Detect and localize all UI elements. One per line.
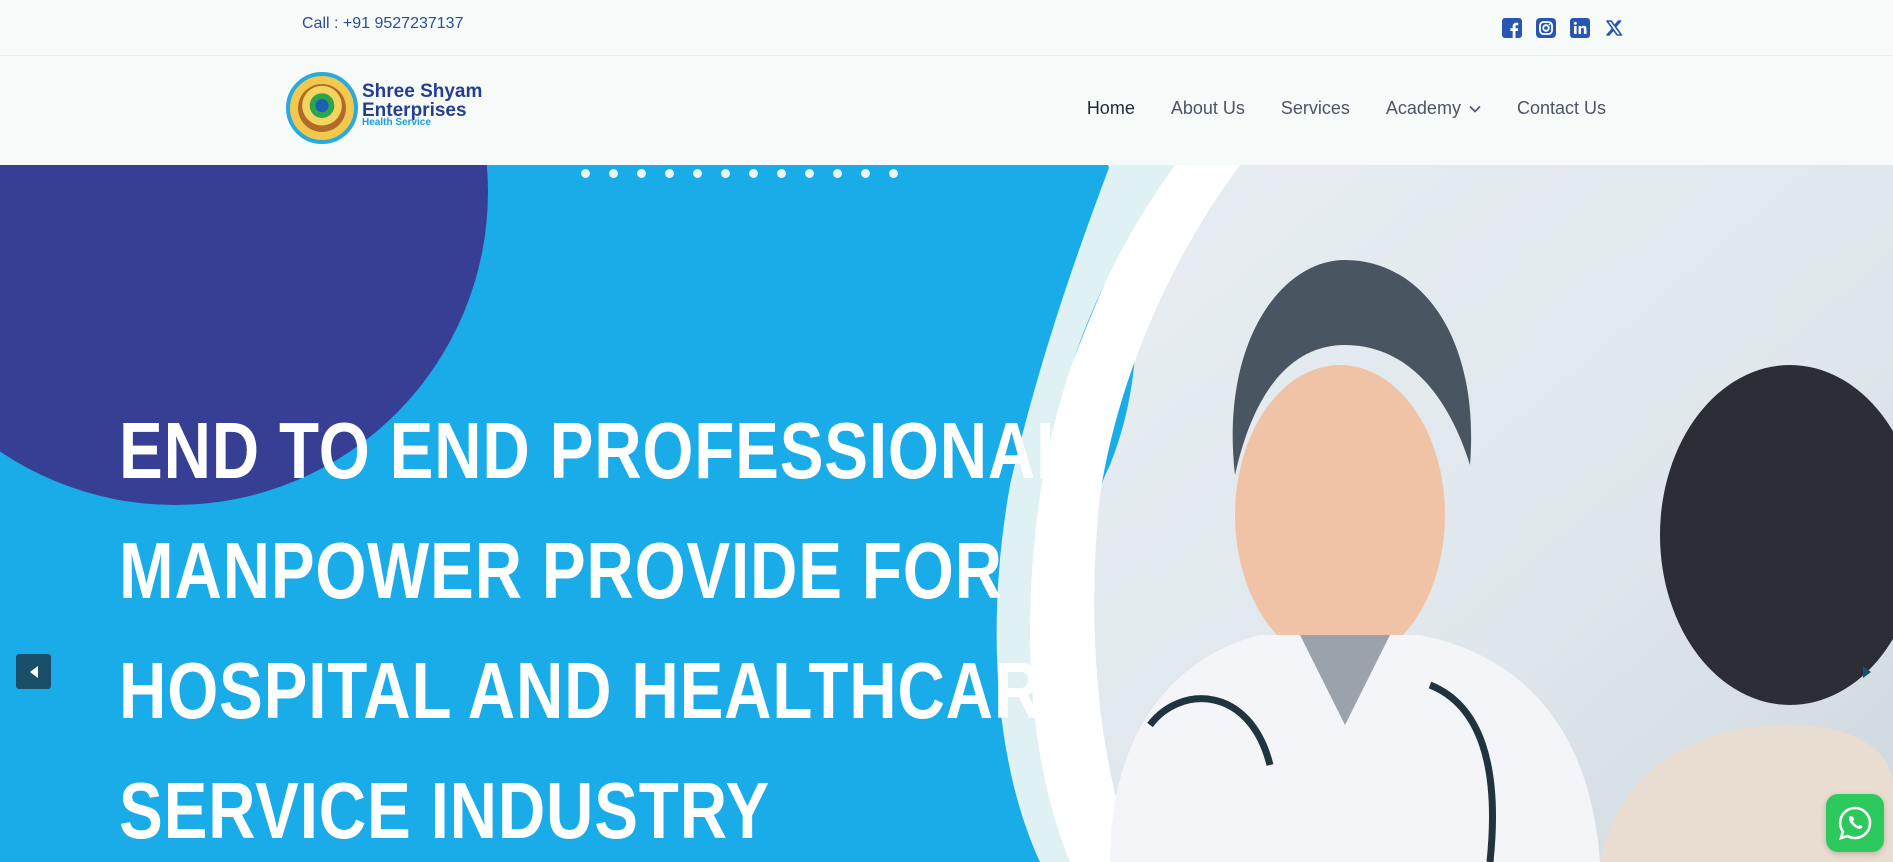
headline-line: SERVICE INDUSTRY bbox=[119, 766, 771, 855]
nav-contact-us[interactable]: Contact Us bbox=[1517, 98, 1606, 119]
brand-name-line1: Shree Shyam bbox=[362, 81, 483, 102]
linkedin-icon[interactable] bbox=[1570, 18, 1590, 38]
nav-contact-label: Contact Us bbox=[1516, 98, 1606, 118]
whatsapp-chat-button[interactable] bbox=[1826, 794, 1884, 852]
caret-right-icon bbox=[1863, 665, 1871, 678]
slide-dot[interactable] bbox=[889, 169, 898, 178]
caret-left-icon bbox=[29, 665, 38, 678]
slide-dot[interactable] bbox=[749, 169, 758, 178]
slider-next-button[interactable] bbox=[1855, 654, 1879, 689]
call-number[interactable]: Call : +91 9527237137 bbox=[302, 15, 463, 33]
hero-headline: END TO END PROFESSIONAL MANPOWER PROVIDE… bbox=[119, 391, 1087, 862]
social-links bbox=[1502, 18, 1624, 38]
logo-emblem-icon bbox=[286, 72, 358, 144]
main-nav: Home About Us Services Academy Contact U… bbox=[1087, 98, 1606, 119]
nav-academy[interactable]: Academy bbox=[1386, 98, 1481, 119]
nav-academy-label: Academy bbox=[1385, 98, 1461, 118]
nav-home-label: Home bbox=[1086, 98, 1135, 118]
site-header: Shree Shyam Enterprises Health Service H… bbox=[0, 56, 1893, 165]
headline-line: END TO END PROFESSIONAL bbox=[119, 406, 1078, 495]
brand-logo[interactable]: Shree Shyam Enterprises Health Service bbox=[286, 72, 506, 148]
hero-slider: END TO END PROFESSIONAL MANPOWER PROVIDE… bbox=[0, 165, 1893, 862]
headline-line: HOSPITAL AND HEALTHCARE bbox=[119, 646, 1087, 735]
instagram-icon[interactable] bbox=[1536, 18, 1556, 38]
slide-dot[interactable] bbox=[693, 169, 702, 178]
nav-about-us[interactable]: About Us bbox=[1171, 98, 1245, 119]
nav-services-label: Services bbox=[1280, 98, 1350, 118]
slide-dot[interactable] bbox=[805, 169, 814, 178]
facebook-icon[interactable] bbox=[1502, 18, 1522, 38]
x-twitter-icon[interactable] bbox=[1604, 18, 1624, 38]
nav-home[interactable]: Home bbox=[1087, 98, 1135, 119]
slide-dot[interactable] bbox=[833, 169, 842, 178]
brand-name: Shree Shyam Enterprises bbox=[362, 82, 482, 120]
slide-dot[interactable] bbox=[721, 169, 730, 178]
slide-dot[interactable] bbox=[777, 169, 786, 178]
top-bar: Call : +91 9527237137 bbox=[0, 0, 1893, 56]
slide-dot[interactable] bbox=[581, 169, 590, 178]
slider-prev-button[interactable] bbox=[16, 654, 51, 689]
nav-services[interactable]: Services bbox=[1281, 98, 1350, 119]
slide-pagination bbox=[581, 169, 898, 178]
whatsapp-icon bbox=[1838, 806, 1872, 840]
chevron-down-icon bbox=[1469, 105, 1481, 113]
headline-line: MANPOWER PROVIDE FOR bbox=[119, 526, 1003, 615]
slide-dot[interactable] bbox=[637, 169, 646, 178]
slide-dot[interactable] bbox=[665, 169, 674, 178]
slide-dot[interactable] bbox=[861, 169, 870, 178]
nav-about-label: About Us bbox=[1170, 98, 1245, 118]
slide-dot[interactable] bbox=[609, 169, 618, 178]
brand-tagline: Health Service bbox=[362, 117, 431, 128]
